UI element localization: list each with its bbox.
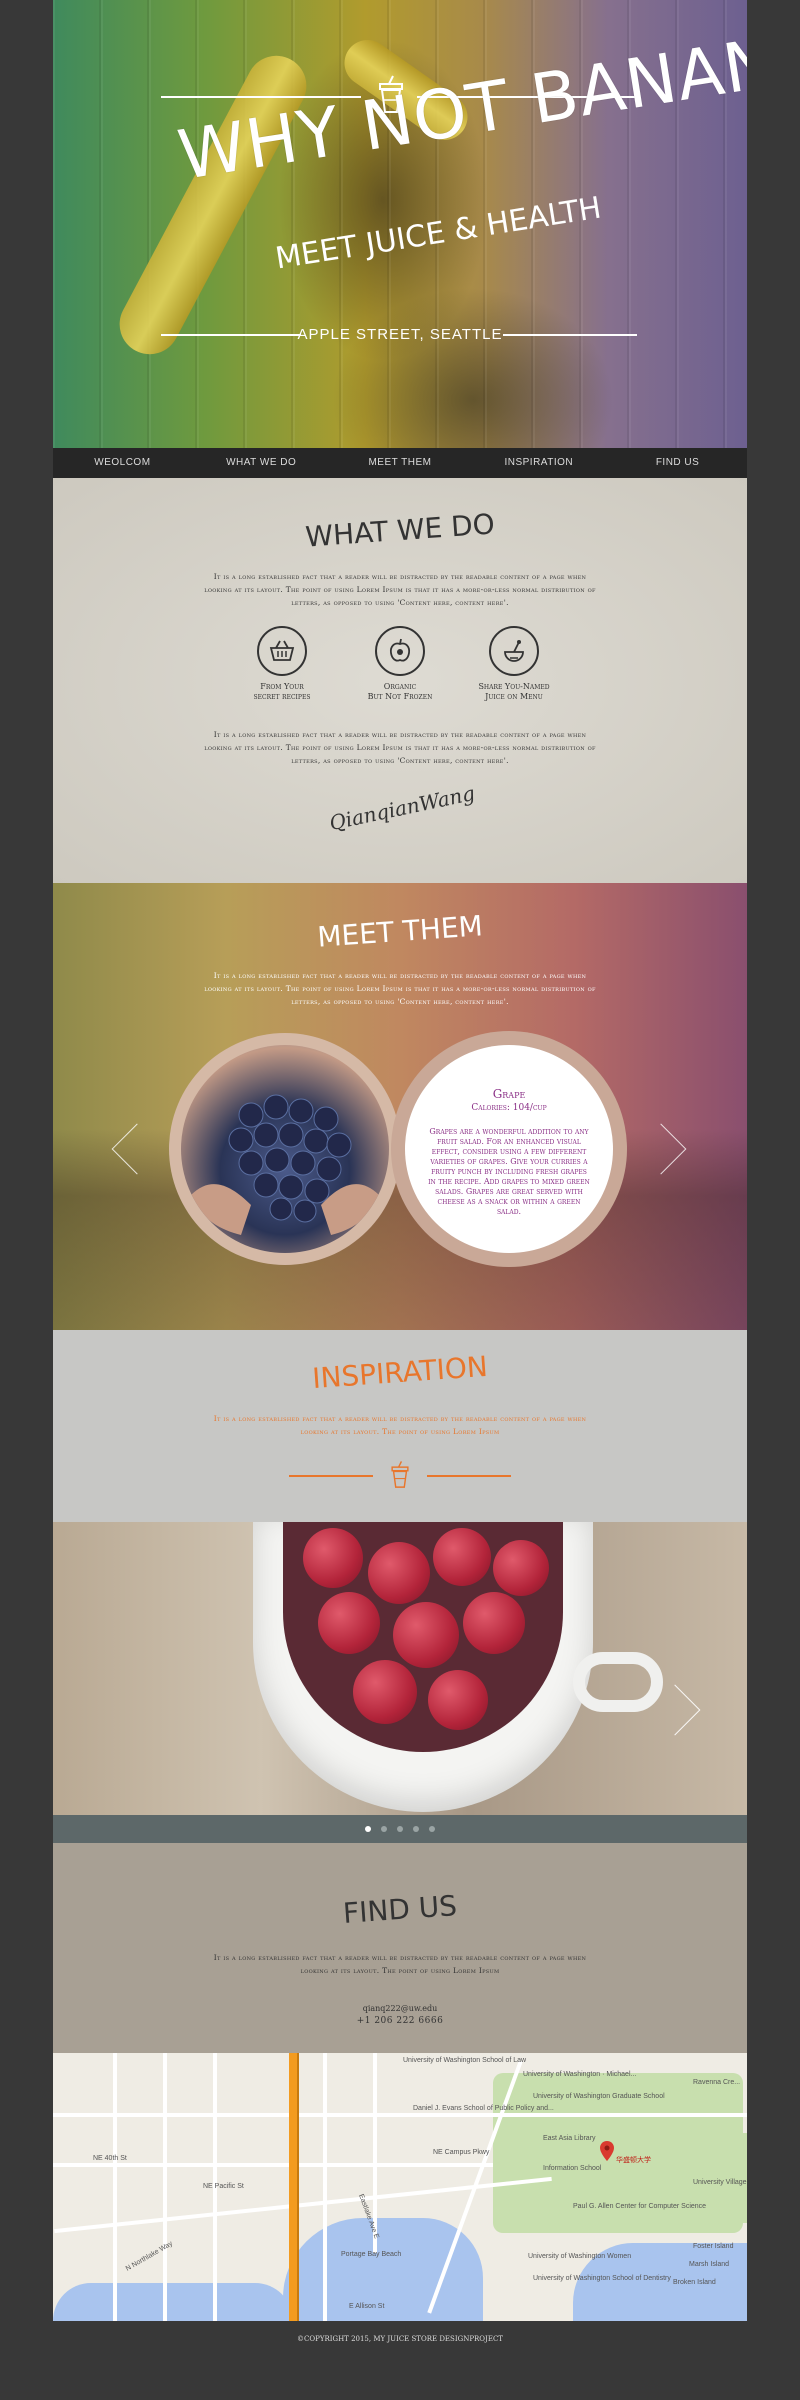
basket-icon (257, 626, 307, 676)
raspberry (433, 1528, 491, 1586)
map-label: NE Pacific St (203, 2183, 244, 2190)
raspberry (368, 1542, 430, 1604)
feature-recipes-line1: From Your (260, 682, 304, 691)
nav-item-what-we-do[interactable]: WHAT WE DO (192, 448, 331, 478)
what-we-do-title: WHAT WE DO (304, 507, 496, 554)
juice-cup-icon (391, 1461, 409, 1488)
what-we-do-outro: It is a long established fact that a rea… (204, 730, 596, 765)
inspiration-divider-right (427, 1475, 511, 1477)
cup-handle (573, 1652, 663, 1712)
next-arrow-icon[interactable] (635, 1123, 687, 1175)
map-road (53, 2113, 747, 2117)
raspberry (463, 1592, 525, 1654)
grape-info-card: Grape Calories: 104/cup Grapes are a won… (405, 1045, 613, 1253)
raspberry (393, 1602, 459, 1668)
main-nav: WEOLCOM WHAT WE DO MEET THEM INSPIRATION… (53, 448, 747, 478)
footer-copyright: ©COPYRIGHT 2015, MY JUICE STORE DESIGNPR… (297, 2335, 503, 2343)
what-we-do-section: WHAT WE DO It is a long established fact… (53, 478, 747, 883)
highway-i5 (289, 2053, 297, 2321)
map-label: Daniel J. Evans School of Public Policy … (413, 2105, 554, 2112)
inspiration-divider-left (289, 1475, 373, 1477)
map-label: Paul G. Allen Center for Computer Scienc… (573, 2203, 707, 2210)
contact-phone[interactable]: +1 206 222 6666 (53, 2016, 747, 2026)
share-icon (489, 626, 539, 676)
slider-dot[interactable] (429, 1826, 435, 1832)
inspiration-section: INSPIRATION It is a long established fac… (53, 1330, 747, 1522)
map-label: University of Washington School of Denti… (533, 2275, 671, 2282)
map-label: University of Washington Graduate School (533, 2093, 665, 2100)
raspberry (353, 1660, 417, 1724)
feature-recipes-line2: secret recipes (253, 692, 311, 701)
fruit-description: Grapes are a wonderful addition to any f… (428, 1127, 590, 1216)
what-we-do-intro: It is a long established fact that a rea… (204, 572, 596, 607)
hero-address: APPLE STREET, SEATTLE (297, 326, 503, 343)
map-label: E Allison St (349, 2303, 385, 2310)
nav-item-inspiration[interactable]: INSPIRATION (469, 448, 608, 478)
map-label: Ravenna Cre... (693, 2079, 741, 2086)
map-label: University Village (693, 2179, 747, 2186)
map-label: Marsh Island (689, 2261, 730, 2268)
meet-them-title: MEET THEM (316, 909, 484, 954)
raspberry (428, 1670, 488, 1730)
raspberry (318, 1592, 380, 1654)
feature-share: Share You-Named Juice on Menu (459, 626, 569, 702)
lake-union-water (53, 2283, 293, 2321)
feature-organic: Organic But Not Frozen (345, 626, 455, 702)
fruit-name: Grape (492, 1087, 526, 1101)
map-label: Portage Bay Beach (341, 2251, 402, 2258)
inspiration-intro: It is a long established fact that a rea… (213, 1414, 587, 1436)
map-label: Information School (543, 2165, 602, 2172)
raspberry-photo (53, 1522, 747, 1815)
slider-pagination (53, 1815, 747, 1843)
slider-dot-active[interactable] (365, 1826, 371, 1832)
apple-icon (375, 626, 425, 676)
hero-banner: WHY NOT BANANA MEET JUICE & HEALTH APPLE… (53, 0, 747, 448)
map-label: NE Campus Pkwy (433, 2149, 490, 2156)
find-us-top-spacer (53, 1843, 747, 1871)
map-road (163, 2053, 167, 2321)
feature-organic-line2: But Not Frozen (367, 692, 433, 701)
feature-recipes: From Your secret recipes (227, 626, 337, 702)
map-label: University of Washington Women (528, 2253, 632, 2260)
map-road (323, 2053, 327, 2321)
grape-photo (181, 1045, 389, 1253)
map-label: Broken Island (673, 2279, 716, 2286)
feature-organic-line1: Organic (383, 682, 417, 691)
map[interactable]: University of Washington School of Law U… (53, 2053, 747, 2321)
raspberry (493, 1540, 549, 1596)
signature: QianqianWang (327, 780, 477, 836)
map-label: Foster Island (693, 2243, 734, 2250)
meet-them-section: MEET THEM It is a long established fact … (53, 883, 747, 1330)
find-us-intro: It is a long established fact that a rea… (213, 1953, 587, 1975)
feature-share-line2: Juice on Menu (485, 692, 543, 701)
find-us-section: FIND US It is a long established fact th… (53, 1871, 747, 2053)
find-us-title: FIND US (341, 1889, 459, 1930)
fruit-calories: Calories: 104/cup (471, 1103, 547, 1113)
raspberry (303, 1528, 363, 1588)
slider-dot[interactable] (381, 1826, 387, 1832)
nav-item-welcome[interactable]: WEOLCOM (53, 448, 192, 478)
map-pin-label: 华盛顿大学 (616, 2157, 651, 2164)
feature-share-line1: Share You-Named (478, 682, 550, 691)
nav-item-meet-them[interactable]: MEET THEM (331, 448, 470, 478)
nav-item-find-us[interactable]: FIND US (608, 448, 747, 478)
map-label: NE 40th St (93, 2155, 127, 2162)
contact-email[interactable]: qianq222@uw.edu (53, 2004, 747, 2013)
inspiration-title: INSPIRATION (311, 1349, 489, 1396)
slider-dot[interactable] (413, 1826, 419, 1832)
map-label: University of Washington School of Law (403, 2057, 527, 2064)
map-label: University of Washington · Michael... (523, 2071, 637, 2078)
slider-dot[interactable] (397, 1826, 403, 1832)
map-label: East Asia Library (543, 2135, 596, 2142)
map-pin-icon[interactable] (600, 2141, 614, 2161)
map-road (113, 2053, 117, 2321)
highway-i5-edge (297, 2053, 299, 2321)
map-road (53, 2163, 493, 2167)
prev-arrow-icon[interactable] (111, 1123, 163, 1175)
meet-them-intro: It is a long established fact that a rea… (204, 971, 596, 1006)
